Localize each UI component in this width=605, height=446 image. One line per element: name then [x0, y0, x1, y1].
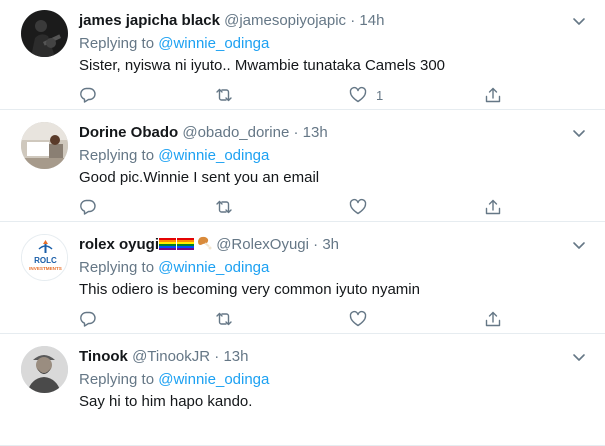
replying-prefix: Replying to [79, 147, 155, 164]
tweet-actions: 1 [79, 85, 519, 105]
replying-to: Replying to @winnie_odinga [79, 258, 269, 278]
like-button[interactable]: 1 [349, 85, 383, 105]
heart-icon [349, 310, 367, 327]
retweet-icon [216, 88, 232, 102]
reply-button[interactable] [79, 309, 97, 329]
rolc-logo: ROLC INVESTMENTS [22, 235, 67, 280]
timestamp[interactable]: 13h [303, 124, 328, 141]
share-button[interactable] [484, 197, 502, 217]
separator: · [313, 236, 319, 253]
retweet-icon [216, 200, 232, 214]
tweet[interactable]: ROLC INVESTMENTS rolex oyugi @RolexOyugi… [0, 223, 605, 334]
chevron-down-icon[interactable] [571, 349, 587, 365]
drumstick-icon [198, 236, 212, 250]
mention-link[interactable]: @winnie_odinga [158, 147, 269, 164]
heart-icon [349, 198, 367, 215]
share-icon [485, 87, 501, 103]
mention-link[interactable]: @winnie_odinga [158, 35, 269, 52]
tweet-actions [79, 309, 519, 329]
display-name[interactable]: rolex oyugi [79, 236, 159, 253]
avatar[interactable] [21, 10, 68, 57]
tweet[interactable]: Dorine Obado @obado_dorine · 13h Replyin… [0, 111, 605, 222]
like-button[interactable] [349, 309, 367, 329]
replying-to: Replying to @winnie_odinga [79, 146, 269, 166]
separator: · [293, 124, 299, 141]
like-count: 1 [376, 87, 384, 103]
name-emoji [159, 236, 212, 253]
reply-button[interactable] [79, 85, 97, 105]
display-name[interactable]: Dorine Obado [79, 124, 178, 141]
share-icon [485, 311, 501, 327]
tweet-header: james japicha black @jamesopiyojapic · 1… [79, 11, 384, 31]
chevron-down-icon[interactable] [571, 13, 587, 29]
avatar[interactable]: ROLC INVESTMENTS [21, 234, 68, 281]
avatar[interactable] [21, 346, 68, 393]
mention-link[interactable]: @winnie_odinga [158, 259, 269, 276]
replying-to: Replying to @winnie_odinga [79, 370, 269, 390]
logo-text-rolc: ROLC [34, 256, 57, 265]
chevron-down-icon[interactable] [571, 125, 587, 141]
logo-text-investments: INVESTMENTS [29, 266, 62, 271]
share-button[interactable] [484, 85, 502, 105]
retweet-icon [216, 312, 232, 326]
share-icon [485, 199, 501, 215]
replying-prefix: Replying to [79, 35, 155, 52]
timestamp[interactable]: 13h [223, 348, 248, 365]
like-button[interactable] [349, 197, 367, 217]
tweet-actions [79, 197, 519, 217]
avatar[interactable] [21, 122, 68, 169]
tweet-header: rolex oyugi @RolexOyugi · 3h [79, 235, 339, 255]
tweet-text: This odiero is becoming very common iyut… [79, 281, 420, 298]
reply-icon [80, 87, 96, 103]
tweet-header: Tinook @TinookJR · 13h [79, 347, 248, 367]
rainbow-flag-icon [177, 238, 195, 250]
separator: · [214, 348, 220, 365]
heart-icon [349, 86, 367, 103]
tweet-text: Good pic.Winnie I sent you an email [79, 169, 320, 186]
share-button[interactable] [484, 309, 502, 329]
retweet-button[interactable] [215, 309, 233, 329]
replying-prefix: Replying to [79, 371, 155, 388]
mention-link[interactable]: @winnie_odinga [158, 371, 269, 388]
user-handle[interactable]: @RolexOyugi [216, 236, 309, 253]
avatar-image [21, 122, 68, 169]
chevron-down-icon[interactable] [571, 237, 587, 253]
replying-to: Replying to @winnie_odinga [79, 34, 269, 54]
user-handle[interactable]: @obado_dorine [182, 124, 289, 141]
reply-icon [80, 311, 96, 327]
separator: · [350, 12, 356, 29]
tweet-header: Dorine Obado @obado_dorine · 13h [79, 123, 328, 143]
reply-icon [80, 199, 96, 215]
user-handle[interactable]: @TinookJR [132, 348, 210, 365]
tweet[interactable]: Tinook @TinookJR · 13h Replying to @winn… [0, 335, 605, 446]
tweet[interactable]: james japicha black @jamesopiyojapic · 1… [0, 0, 605, 110]
tweet-text: Say hi to him hapo kando. [79, 393, 253, 410]
timestamp[interactable]: 3h [322, 236, 339, 253]
retweet-button[interactable] [215, 85, 233, 105]
rainbow-flag-icon [159, 238, 177, 250]
tweet-text: Sister, nyiswa ni iyuto.. Mwambie tunata… [79, 57, 445, 74]
timestamp[interactable]: 14h [359, 12, 384, 29]
avatar-image [21, 346, 68, 393]
retweet-button[interactable] [215, 197, 233, 217]
display-name[interactable]: james japicha black [79, 12, 220, 29]
reply-button[interactable] [79, 197, 97, 217]
replying-prefix: Replying to [79, 259, 155, 276]
display-name[interactable]: Tinook [79, 348, 128, 365]
avatar-image [21, 10, 68, 57]
user-handle[interactable]: @jamesopiyojapic [224, 12, 346, 29]
